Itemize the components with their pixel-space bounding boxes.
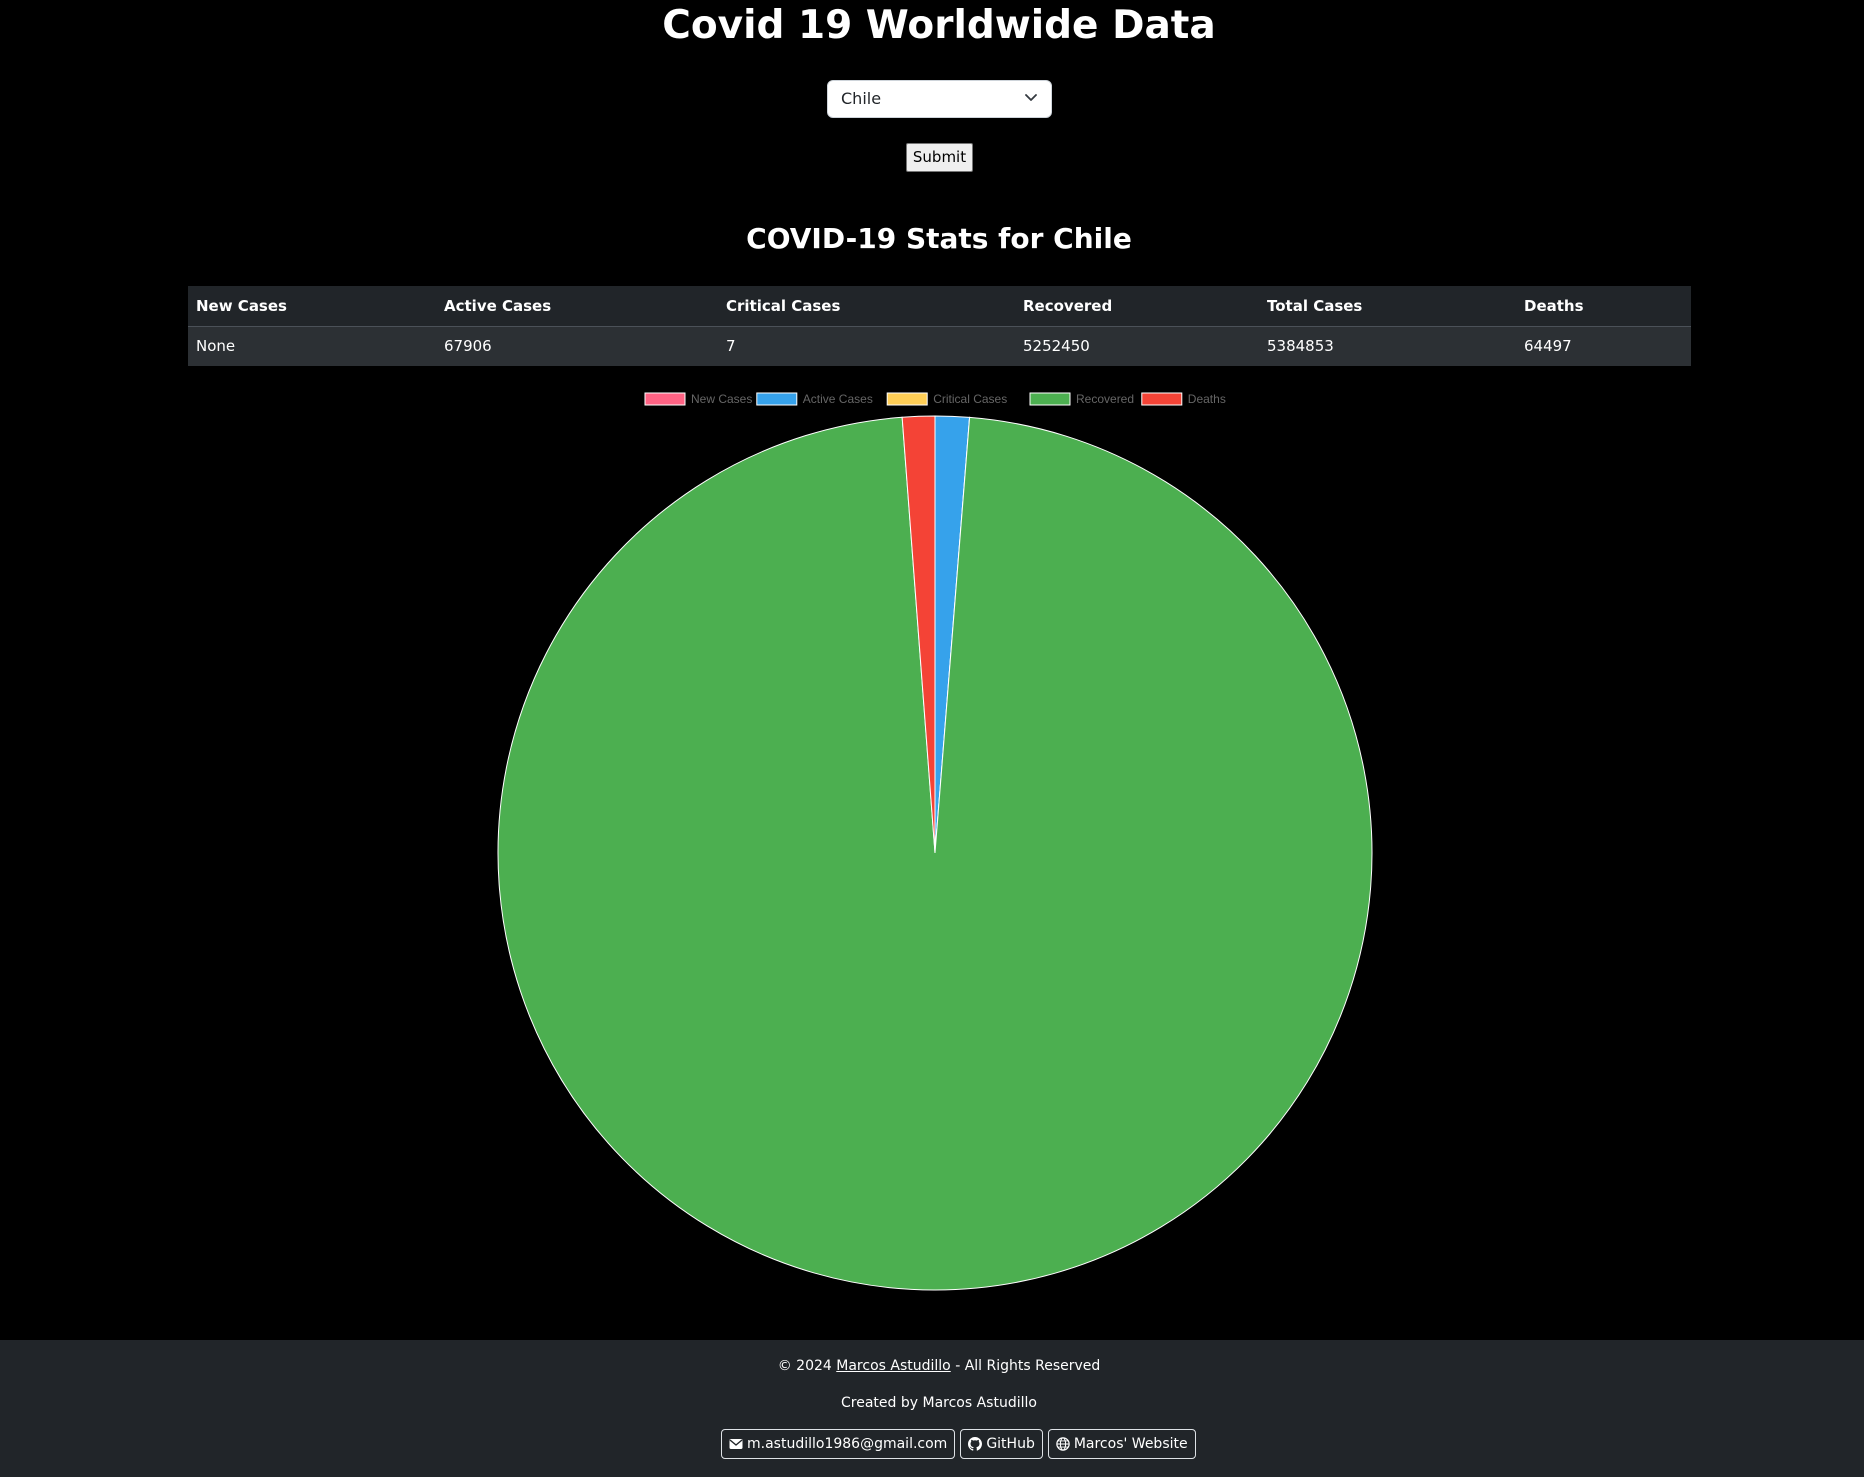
column-header: Active Cases (436, 286, 718, 327)
chevron-down-icon (1025, 94, 1037, 101)
footer-links: m.astudillo1986@gmail.com GitHub Marcos'… (721, 1429, 1196, 1459)
page: Covid 19 Worldwide Data Chile Submit COV… (0, 0, 1864, 1477)
legend-label[interactable]: Recovered (1076, 392, 1134, 406)
legend-label[interactable]: New Cases (691, 392, 752, 406)
legend-label[interactable]: Active Cases (803, 392, 873, 406)
chart-legend: New Cases Active Cases Critical Cases Recov… (644, 392, 1226, 406)
column-header: Recovered (1015, 286, 1259, 327)
table-row: None 67906 7 5252450 5384853 64497 (188, 326, 1691, 366)
page-title: Covid 19 Worldwide Data (662, 3, 1216, 48)
table-cell: 5384853 (1267, 337, 1334, 356)
envelope-icon (729, 1439, 743, 1449)
table-cell: 64497 (1524, 337, 1572, 356)
column-header: Total Cases (1259, 286, 1516, 327)
table-cell: 7 (726, 337, 736, 356)
country-select[interactable]: Chile (827, 80, 1052, 118)
footer: © 2024 Marcos Astudillo - All Rights Res… (0, 1340, 1864, 1477)
created-by: Created by Marcos Astudillo (841, 1395, 1037, 1411)
copyright-suffix: - All Rights Reserved (955, 1358, 1101, 1374)
website-button[interactable]: Marcos' Website (1047, 1429, 1196, 1459)
stats-table: New Cases Active Cases Critical Cases Re… (188, 286, 1691, 366)
pie-chart-svg: New Cases Active Cases Critical Cases Recov… (497, 392, 1373, 1291)
legend-label[interactable]: Deaths (1188, 392, 1226, 406)
table-cell: 67906 (444, 337, 492, 356)
copyright-prefix: © 2024 (777, 1358, 832, 1374)
table-cell: None (196, 337, 236, 356)
legend-swatch[interactable] (886, 392, 928, 406)
submit-button[interactable]: Submit (906, 143, 973, 172)
column-header: Deaths (1516, 286, 1691, 327)
column-header: Critical Cases (718, 286, 1015, 327)
author-link[interactable]: Marcos Astudillo (836, 1358, 950, 1374)
legend-swatch[interactable] (1141, 392, 1183, 406)
column-header: New Cases (188, 286, 436, 327)
email-label: m.astudillo1986@gmail.com (747, 1436, 948, 1452)
github-button[interactable]: GitHub (960, 1429, 1043, 1459)
legend-label[interactable]: Critical Cases (933, 392, 1007, 406)
table-cell: 5252450 (1023, 337, 1090, 356)
github-icon (968, 1437, 983, 1451)
globe-icon (1056, 1437, 1070, 1451)
chart-slices (497, 415, 1373, 1291)
github-label: GitHub (986, 1436, 1035, 1452)
pie-chart: New Cases Active Cases Critical Cases Recov… (0, 386, 1864, 1296)
copyright-line: © 2024 Marcos Astudillo - All Rights Res… (0, 1356, 1864, 1376)
legend-swatch[interactable] (1029, 392, 1071, 406)
country-select-value: Chile (841, 89, 882, 108)
stats-title: COVID-19 Stats for Chile (746, 222, 1132, 255)
email-button[interactable]: m.astudillo1986@gmail.com (721, 1429, 956, 1459)
legend-swatch[interactable] (756, 392, 798, 406)
table-header-row: New Cases Active Cases Critical Cases Re… (188, 286, 1691, 327)
website-label: Marcos' Website (1073, 1436, 1188, 1452)
legend-swatch[interactable] (644, 392, 686, 406)
